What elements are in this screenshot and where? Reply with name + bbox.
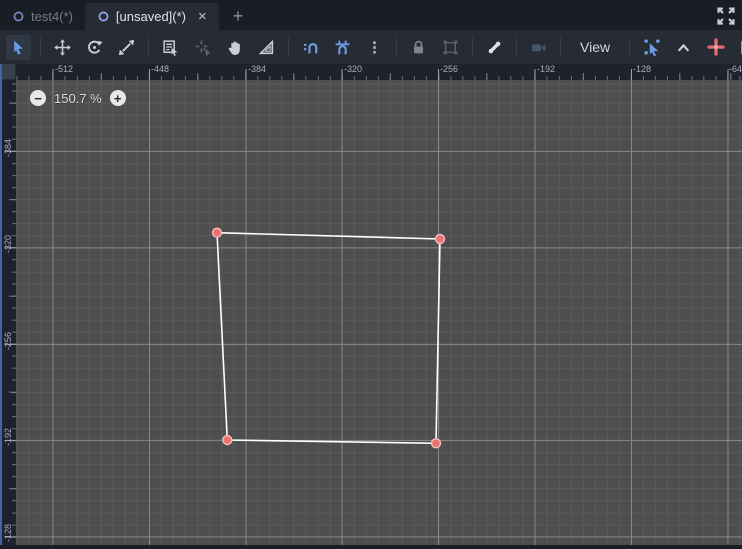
toolbar-separator	[396, 37, 397, 57]
ruler-label: -256	[440, 64, 459, 74]
view-menu-button[interactable]: View	[570, 36, 620, 58]
polygon-vertex-handle[interactable]	[222, 434, 233, 446]
ruler-label: -512	[55, 64, 74, 74]
toolbar-separator	[288, 37, 289, 57]
group-icon	[443, 40, 458, 54]
bottom-edge	[0, 545, 742, 549]
viewport-focus-border	[0, 64, 2, 545]
smart-snap-magnet-icon	[303, 42, 318, 53]
add-scene-tab-button[interactable]: +	[229, 3, 248, 30]
pan-hand-icon	[228, 40, 240, 55]
grid-snap-icon	[335, 40, 350, 54]
ruler-tool-button[interactable]	[254, 35, 279, 60]
scene-tab-bar: test4(*) [unsaved](*) × +	[0, 0, 742, 30]
list-select-tool-button[interactable]	[158, 35, 183, 60]
horizontal-ruler[interactable]: -512 -448 -384 -320 -256 -192 -128 -64	[16, 64, 742, 80]
select-arrow-icon	[14, 40, 23, 55]
vertical-ruler[interactable]: -384 -320 -256 -192 -128	[0, 80, 16, 545]
toolbar-separator	[472, 37, 473, 57]
collapse-chevron-button[interactable]	[671, 35, 696, 60]
zoom-widget: − 150.7 % +	[30, 90, 126, 106]
toolbar-separator	[148, 37, 149, 57]
polygon-overlay	[211, 227, 446, 449]
ruler-corner	[0, 64, 16, 80]
scene-circle-icon	[13, 11, 24, 22]
list-select-icon	[163, 39, 178, 56]
edit-points-icon	[643, 39, 660, 56]
toolbar-separator	[516, 37, 517, 57]
lock-toggle-button[interactable]	[406, 35, 431, 60]
edit-points-tool-button[interactable]	[639, 35, 664, 60]
ruler-label: -320	[344, 64, 363, 74]
create-polygon-tool-button[interactable]	[735, 35, 742, 60]
scene-circle-icon	[98, 11, 109, 22]
snap-options-menu-button[interactable]	[362, 35, 387, 60]
canvas-viewport[interactable]: − 150.7 % +	[16, 80, 742, 545]
godot-2d-editor-window: test4(*) [unsaved](*) × + View -512 -448…	[0, 0, 742, 549]
add-point-tool-button[interactable]	[703, 35, 728, 60]
skeleton-bone-menu-button[interactable]	[482, 35, 507, 60]
ruler-label: -192	[537, 64, 556, 74]
smart-snap-toggle-button[interactable]	[298, 35, 323, 60]
scene-tab-label: [unsaved](*)	[115, 9, 186, 24]
chevron-up-icon	[678, 43, 689, 51]
ruler-label: -384	[3, 138, 13, 157]
pan-tool-button[interactable]	[222, 35, 247, 60]
ruler-label: -192	[3, 427, 13, 446]
scene-tab-test4[interactable]: test4(*)	[0, 3, 85, 30]
close-tab-icon[interactable]: ×	[198, 9, 207, 24]
polygon-vertex-handle[interactable]	[211, 227, 223, 238]
vertical-dots-icon	[372, 40, 377, 54]
select-tool-button[interactable]	[6, 34, 31, 60]
rotate-icon	[88, 40, 103, 54]
bone-icon	[488, 41, 501, 53]
move-tool-button[interactable]	[50, 35, 75, 60]
scene-tab-unsaved[interactable]: [unsaved](*) ×	[84, 3, 219, 30]
camera-icon	[532, 43, 546, 51]
ruler-label: -128	[3, 523, 13, 542]
toolbar-separator	[40, 37, 41, 57]
polygon-vertex-handle[interactable]	[430, 438, 442, 449]
ruler-label: -128	[633, 64, 652, 74]
lock-icon	[414, 40, 423, 53]
toolbar-separator	[560, 37, 561, 57]
expand-arrows-icon[interactable]	[716, 6, 736, 26]
ruler-label: -256	[3, 331, 13, 350]
zoom-out-button[interactable]: −	[30, 90, 46, 106]
pixel-snap-cursor-icon	[195, 40, 211, 56]
scale-icon	[118, 39, 135, 55]
ruler-label: -64	[729, 64, 742, 74]
zoom-level-value[interactable]: 150.7 %	[54, 91, 102, 106]
canvas-toolbar: View	[0, 30, 742, 64]
polygon-outline[interactable]	[216, 231, 441, 445]
camera-override-button[interactable]	[526, 35, 551, 60]
toolbar-separator	[629, 37, 631, 57]
scale-tool-button[interactable]	[114, 35, 139, 60]
rotate-tool-button[interactable]	[82, 35, 107, 60]
polygon-vertex-handle[interactable]	[434, 233, 446, 245]
ruler-label: -320	[3, 234, 13, 253]
ruler-label: -448	[151, 64, 170, 74]
group-toggle-button[interactable]	[438, 35, 463, 60]
zoom-in-button[interactable]: +	[109, 90, 126, 106]
grid-snap-toggle-button[interactable]	[330, 35, 355, 60]
scene-tab-label: test4(*)	[31, 9, 73, 24]
ruler-triangle-icon	[258, 39, 274, 54]
snap-pixel-tool-button[interactable]	[190, 35, 215, 60]
add-point-crosshair-icon	[706, 38, 725, 56]
move-icon	[54, 38, 71, 56]
ruler-label: -384	[248, 64, 267, 74]
